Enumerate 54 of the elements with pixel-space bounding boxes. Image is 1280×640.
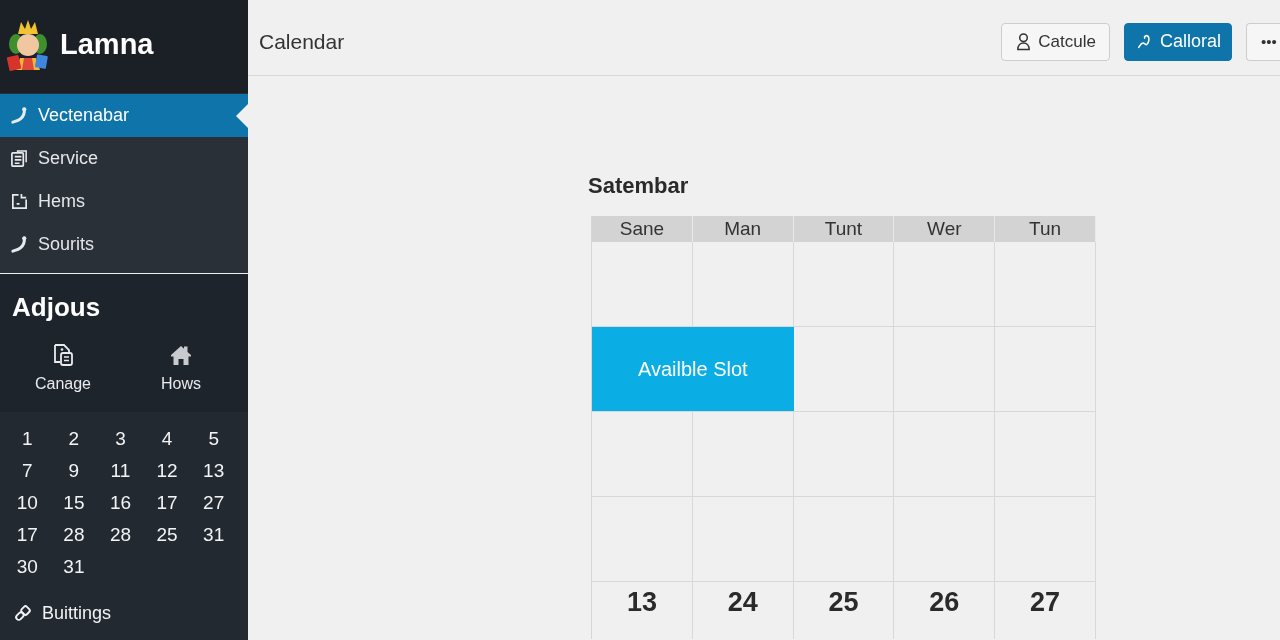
brand-name: Lamna (60, 28, 154, 61)
calendar-day[interactable]: 7 (4, 455, 51, 487)
squiggle-icon (10, 235, 29, 254)
calendar-day[interactable]: 11 (97, 455, 144, 487)
calendar-day[interactable]: 4 (143, 423, 191, 455)
shortcut-button[interactable]: Hows (122, 343, 240, 393)
date-cell: 25 (793, 582, 895, 639)
calendar-day[interactable]: 15 (50, 487, 98, 519)
nav-item[interactable]: Service (0, 137, 248, 180)
frame-icon (10, 192, 29, 211)
date-cell: 27 (995, 582, 1096, 639)
section-title: Adjous (11, 292, 102, 322)
calendar-day[interactable]: 27 (190, 487, 237, 519)
document-icon (51, 343, 75, 367)
calendar-day[interactable]: 31 (190, 519, 237, 551)
wrench-icon (12, 602, 33, 624)
weekday-header: Tun (995, 216, 1096, 242)
month-title: Satembar (588, 173, 690, 199)
weekday-header: Wer (894, 216, 996, 242)
settings-link[interactable]: Buittings (12, 598, 112, 628)
weekday-header: Sane (592, 216, 693, 242)
squiggle-icon (10, 106, 29, 125)
calendar-day[interactable]: 12 (143, 455, 191, 487)
action-button[interactable]: Catcule (1001, 22, 1110, 61)
calendar-day[interactable]: 30 (4, 551, 51, 583)
calendar-day[interactable]: 10 (4, 487, 51, 519)
calendar-day[interactable]: 25 (143, 519, 191, 551)
calendar-day[interactable]: 2 (50, 423, 98, 455)
home-icon (169, 343, 193, 367)
calendar-day[interactable]: 16 (97, 487, 144, 519)
calendar-day[interactable]: 17 (143, 487, 191, 519)
action-button[interactable]: Calloral (1123, 22, 1232, 61)
weekday-header: Tunt (793, 216, 895, 242)
weekday-header: Man (692, 216, 794, 242)
person-icon (1015, 32, 1033, 51)
calendar-day[interactable]: 13 (190, 455, 237, 487)
date-cell: 24 (692, 582, 794, 639)
nav-item[interactable]: Vectenabar (0, 94, 248, 137)
page-title: Calendar (259, 29, 345, 54)
calendar-day[interactable]: 28 (97, 519, 144, 551)
nav-item[interactable]: Sourits (0, 223, 248, 266)
calendar-day[interactable]: 3 (97, 423, 144, 455)
nav-item[interactable]: Hems (0, 180, 248, 223)
date-cell: 26 (894, 582, 996, 639)
shortcut-button[interactable]: Canage (4, 343, 122, 393)
calendar-day[interactable]: 5 (190, 423, 237, 455)
document-icon (10, 149, 29, 168)
calendar-day[interactable]: 1 (4, 423, 51, 455)
more-button[interactable]: ••• (1246, 22, 1280, 61)
calendar-day[interactable]: 31 (50, 551, 98, 583)
calendar-day[interactable]: 9 (50, 455, 98, 487)
calendar-day[interactable]: 28 (50, 519, 98, 551)
date-cell: 13 (592, 582, 693, 639)
calendar-day[interactable]: 17 (4, 519, 51, 551)
